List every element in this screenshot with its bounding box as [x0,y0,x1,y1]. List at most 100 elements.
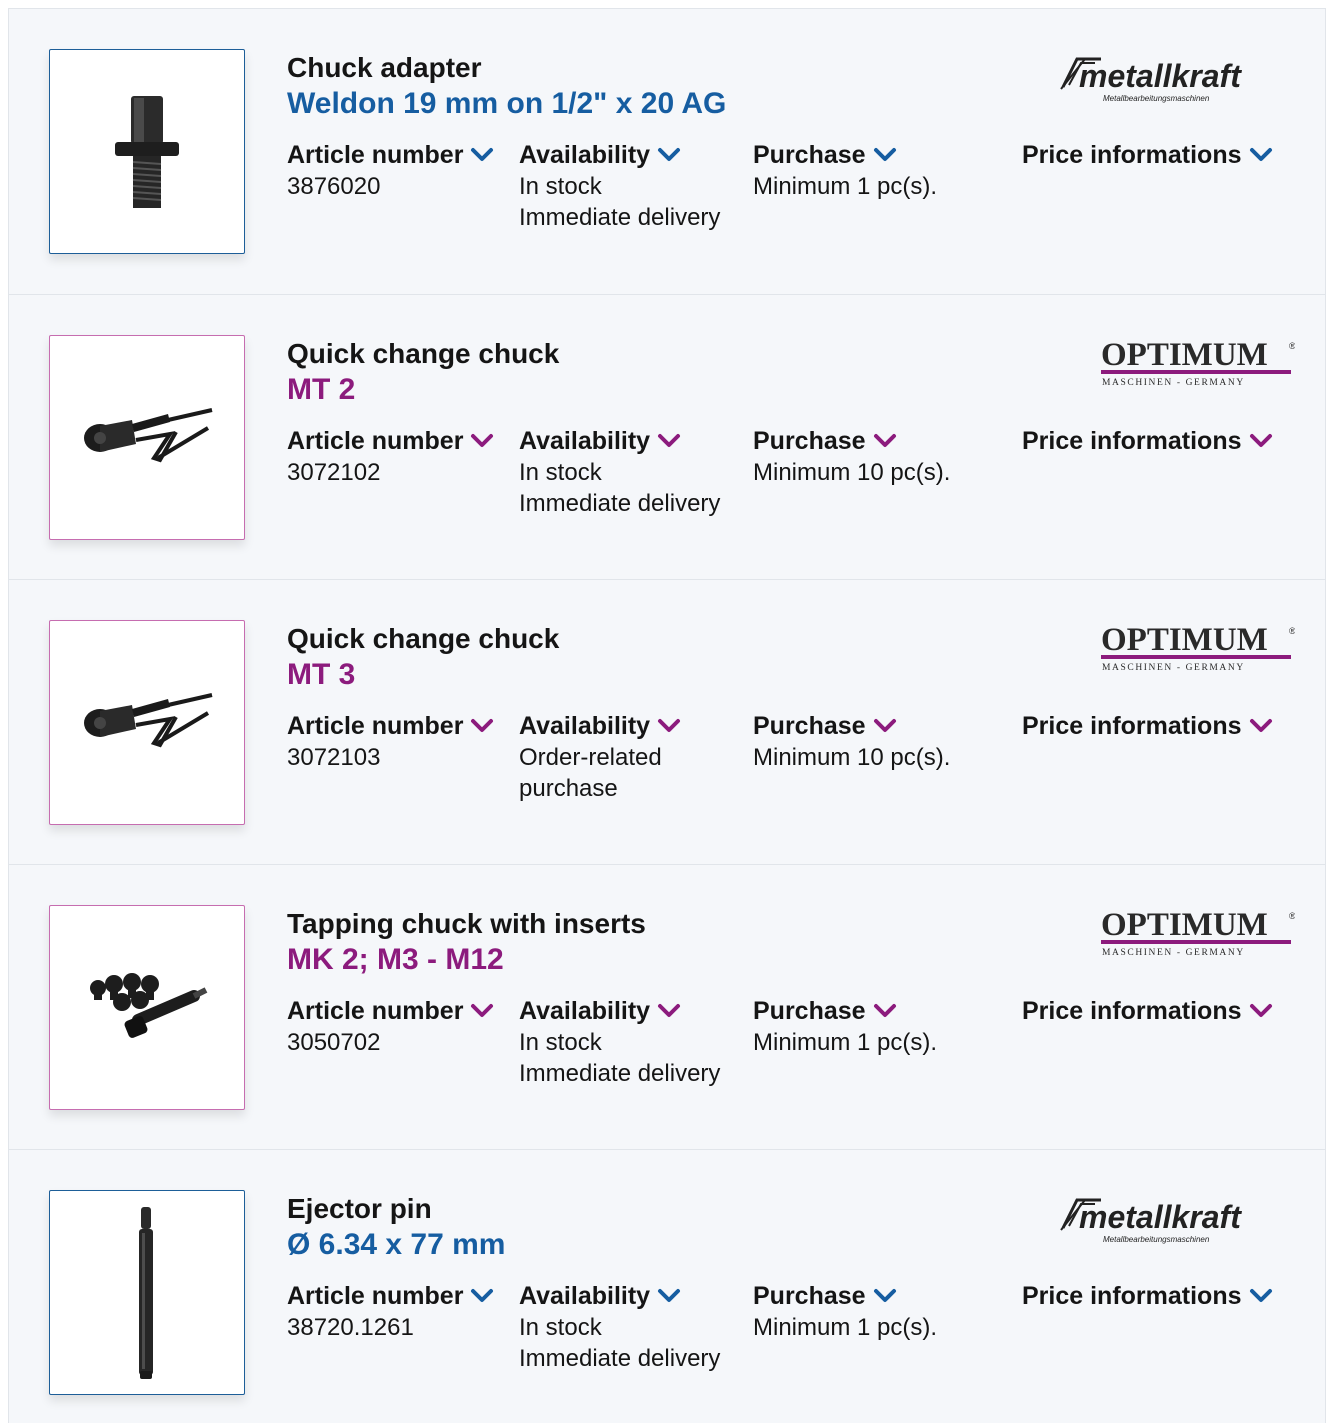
tapping-chuck-image [90,972,208,1038]
brand-logo-optimum[interactable]: OPTIMUM ® MASCHINEN - GERMANY [1095,905,1296,970]
availability-status: Order-related [519,744,662,771]
product-info: Quick change chuck MT 3 [287,622,1007,694]
purchase-toggle[interactable]: Purchase [753,139,937,171]
product-card[interactable]: Ejector pin Ø 6.34 x 77 mm Article numbe… [8,1149,1326,1423]
product-image[interactable] [49,620,245,825]
purchase-column: Purchase Minimum 1 pc(s). [753,995,937,1058]
chevron-down-icon [873,719,896,732]
purchase-minimum: Minimum 10 pc(s). [753,459,951,486]
price-informations-label: Price informations [1022,1282,1242,1310]
article-number-value: 3072103 [287,744,381,771]
availability-toggle[interactable]: Availability [519,139,720,171]
availability-delivery: Immediate delivery [519,490,721,517]
brand-tagline: Metallbearbeitungsmaschinen [1103,1235,1210,1244]
product-title[interactable]: Quick change chuck [287,622,1007,656]
purchase-label: Purchase [753,141,866,169]
article-number-label: Article number [287,1282,464,1310]
availability-column: Availability Order-related purchase [519,710,681,804]
article-number-label: Article number [287,712,464,740]
brand-underline [1101,940,1291,944]
article-number-toggle[interactable]: Article number [287,425,494,457]
product-card[interactable]: Quick change chuck MT 3 Article number 3… [8,579,1326,864]
brand-name: OPTIMUM [1101,622,1268,658]
product-image[interactable] [49,905,245,1110]
article-number-label: Article number [287,997,464,1025]
product-card[interactable]: Tapping chuck with inserts MK 2; M3 - M1… [8,864,1326,1149]
chevron-down-icon [471,148,494,161]
purchase-label: Purchase [753,427,866,455]
product-image[interactable] [49,1190,245,1395]
price-informations-toggle[interactable]: Price informations [1022,139,1273,171]
article-number-value: 3050702 [287,1029,381,1056]
quick-change-chuck-image [84,407,213,462]
chevron-down-icon [1249,434,1272,447]
brand-logo-optimum[interactable]: OPTIMUM ® MASCHINEN - GERMANY [1095,335,1296,400]
chevron-down-icon [1249,148,1272,161]
article-number-label: Article number [287,141,464,169]
product-subtitle[interactable]: MK 2; M3 - M12 [287,941,1007,979]
quick-change-chuck-image [84,692,213,747]
product-subtitle[interactable]: Ø 6.34 x 77 mm [287,1226,1007,1264]
product-info: Tapping chuck with inserts MK 2; M3 - M1… [287,907,1007,979]
availability-status: In stock [519,173,602,200]
purchase-toggle[interactable]: Purchase [753,995,937,1027]
product-details: Article number 3072102 Availability In s… [287,425,1317,545]
availability-label: Availability [519,997,651,1025]
brand-tagline: MASCHINEN - GERMANY [1102,378,1245,388]
availability-delivery: purchase [519,775,618,802]
chevron-down-icon [658,434,681,447]
chevron-down-icon [471,1004,494,1017]
brand-logo-metallkraft[interactable]: metallkraft Metallbearbeitungsmaschinen [1055,49,1295,124]
product-image[interactable] [49,49,245,254]
chevron-down-icon [658,1004,681,1017]
availability-toggle[interactable]: Availability [519,1280,720,1312]
purchase-toggle[interactable]: Purchase [753,425,950,457]
availability-toggle[interactable]: Availability [519,425,720,457]
product-image[interactable] [49,335,245,540]
product-subtitle[interactable]: MT 3 [287,656,1007,694]
price-column: Price informations [1022,425,1273,457]
article-number-label: Article number [287,427,464,455]
purchase-minimum: Minimum 1 pc(s). [753,173,938,200]
brand-name: OPTIMUM [1101,337,1268,373]
availability-toggle[interactable]: Availability [519,995,720,1027]
product-title[interactable]: Tapping chuck with inserts [287,907,1007,941]
article-number-toggle[interactable]: Article number [287,1280,494,1312]
product-title[interactable]: Quick change chuck [287,337,1007,371]
availability-label: Availability [519,141,651,169]
article-number-toggle[interactable]: Article number [287,710,494,742]
purchase-toggle[interactable]: Purchase [753,710,950,742]
article-number-toggle[interactable]: Article number [287,139,494,171]
product-title[interactable]: Chuck adapter [287,51,1007,85]
product-details: Article number 3072103 Availability Orde… [287,710,1317,830]
price-informations-label: Price informations [1022,141,1242,169]
product-subtitle[interactable]: Weldon 19 mm on 1/2" x 20 AG [287,85,1007,123]
product-card[interactable]: Quick change chuck MT 2 Article number 3… [8,294,1326,579]
availability-status: In stock [519,1314,602,1341]
brand-logo-metallkraft[interactable]: metallkraft Metallbearbeitungsmaschinen [1055,1190,1295,1265]
product-title[interactable]: Ejector pin [287,1192,1007,1226]
brand-tagline: MASCHINEN - GERMANY [1102,948,1245,958]
availability-status: In stock [519,459,602,486]
price-informations-toggle[interactable]: Price informations [1022,710,1273,742]
availability-label: Availability [519,427,651,455]
chevron-down-icon [873,1004,896,1017]
price-informations-toggle[interactable]: Price informations [1022,1280,1273,1312]
product-card[interactable]: Chuck adapter Weldon 19 mm on 1/2" x 20 … [8,8,1326,295]
article-number-column: Article number 3072103 [287,710,494,773]
price-informations-toggle[interactable]: Price informations [1022,995,1273,1027]
chevron-down-icon [873,1289,896,1302]
chevron-down-icon [873,434,896,447]
article-number-value: 3072102 [287,459,381,486]
purchase-toggle[interactable]: Purchase [753,1280,937,1312]
purchase-minimum: Minimum 10 pc(s). [753,744,951,771]
purchase-label: Purchase [753,997,866,1025]
price-informations-toggle[interactable]: Price informations [1022,425,1273,457]
registered-mark: ® [1289,626,1295,636]
brand-logo-optimum[interactable]: OPTIMUM ® MASCHINEN - GERMANY [1095,620,1296,685]
price-informations-label: Price informations [1022,712,1242,740]
availability-toggle[interactable]: Availability [519,710,681,742]
article-number-toggle[interactable]: Article number [287,995,494,1027]
product-subtitle[interactable]: MT 2 [287,371,1007,409]
chuck-adapter-image [115,95,179,208]
